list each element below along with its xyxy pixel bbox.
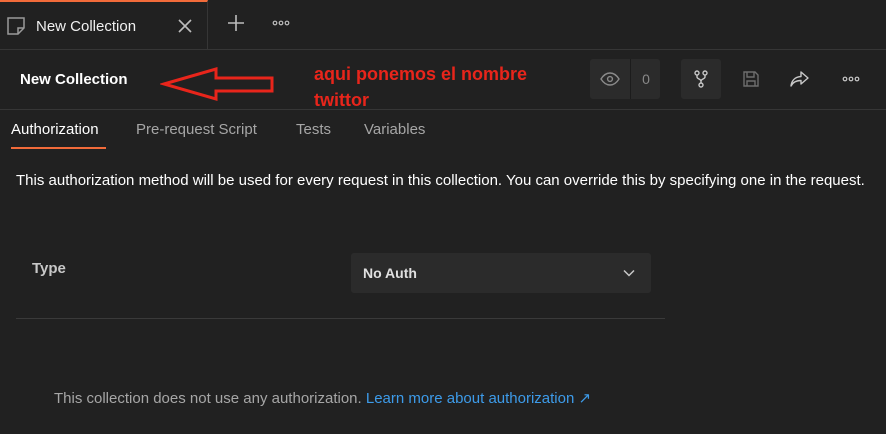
save-button[interactable]: [731, 59, 771, 99]
auth-footer: This collection does not use any authori…: [54, 389, 591, 407]
tab-bar: New Collection: [0, 0, 886, 50]
save-icon: [743, 71, 759, 87]
type-label: Type: [32, 260, 66, 277]
more-horizontal-icon: [842, 76, 860, 82]
collection-doc-icon: [6, 16, 26, 41]
plus-icon[interactable]: [226, 13, 246, 38]
fork-button[interactable]: [681, 59, 721, 99]
tab-authorization[interactable]: Authorization: [11, 121, 99, 138]
auth-type-select[interactable]: No Auth: [351, 253, 651, 293]
auth-description: This authorization method will be used f…: [16, 172, 865, 189]
header-divider: [0, 109, 886, 110]
tab-pre-request-script[interactable]: Pre-request Script: [136, 121, 257, 138]
fork-icon: [694, 70, 708, 88]
annotation-arrow-icon: [160, 67, 274, 101]
share-button[interactable]: [780, 59, 820, 99]
close-icon[interactable]: [176, 17, 194, 40]
section-divider: [16, 318, 665, 319]
auth-type-value: No Auth: [363, 265, 417, 281]
annotation-line-1: aqui ponemos el nombre: [314, 64, 528, 84]
share-icon: [790, 71, 809, 87]
tab-variables[interactable]: Variables: [364, 121, 425, 138]
learn-more-link[interactable]: Learn more about authorization ↗: [366, 390, 591, 407]
watch-group: 0: [590, 59, 660, 99]
collection-name[interactable]: New Collection: [20, 71, 128, 88]
watch-count[interactable]: 0: [630, 59, 661, 99]
tab-label: New Collection: [36, 18, 137, 35]
watch-button[interactable]: [590, 59, 630, 99]
chevron-down-icon: [622, 266, 636, 285]
more-button[interactable]: [831, 59, 871, 99]
tab-tests[interactable]: Tests: [296, 121, 331, 138]
annotation-text: aqui ponemos el nombre twittor: [314, 61, 574, 113]
more-horizontal-icon[interactable]: [271, 14, 291, 37]
tab-new-collection[interactable]: New Collection: [0, 0, 208, 49]
footer-text: This collection does not use any authori…: [54, 390, 362, 407]
active-tab-indicator: [11, 147, 106, 149]
eye-icon: [600, 72, 620, 86]
